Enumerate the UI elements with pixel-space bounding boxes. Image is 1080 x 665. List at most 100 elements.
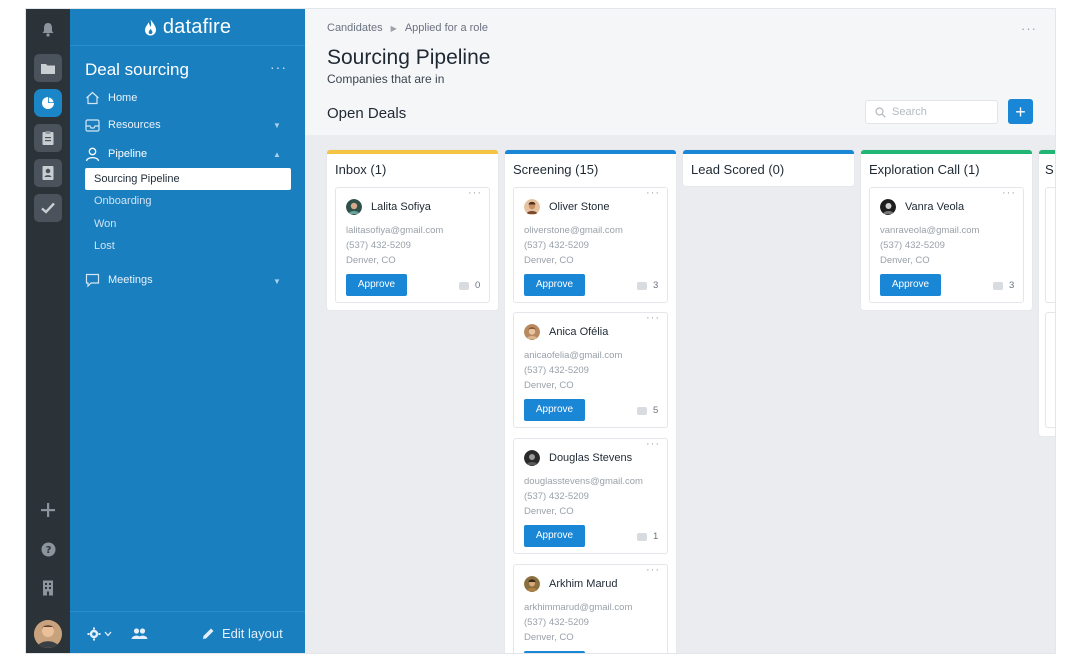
contact-email: arkhimmarud@gmail.com xyxy=(524,602,633,613)
nav-home-label: Home xyxy=(108,92,138,104)
approve-button[interactable]: Approve xyxy=(346,274,407,296)
contact-name: Anica Ofélia xyxy=(549,326,609,338)
approve-button[interactable]: Approve xyxy=(524,525,585,547)
chevron-down-icon[interactable]: ▼ xyxy=(273,277,281,286)
deal-card[interactable]: ··· Douglas Stevens douglasstevens@gmail… xyxy=(513,438,668,554)
contact-name: Oliver Stone xyxy=(549,201,610,213)
user-avatar[interactable] xyxy=(34,620,62,648)
comment-icon xyxy=(459,281,469,290)
speech-bubble-icon xyxy=(85,273,100,287)
contact-name: Arkhim Marud xyxy=(549,578,618,590)
sidebar: datafire Deal sourcing ··· Home Resource… xyxy=(70,9,305,653)
contact-name: Lalita Sofiya xyxy=(371,201,431,213)
pie-chart-icon[interactable] xyxy=(34,89,62,117)
person-icon xyxy=(85,147,100,161)
avatar xyxy=(346,199,362,215)
pipeline-item-sourcing[interactable]: Sourcing Pipeline xyxy=(85,168,291,190)
svg-text:?: ? xyxy=(45,545,51,556)
bell-icon[interactable] xyxy=(34,15,62,43)
contact-phone: (537) 432-5209 xyxy=(880,240,945,251)
home-icon xyxy=(86,91,99,105)
folder-icon[interactable] xyxy=(34,54,62,82)
search-input[interactable]: Search xyxy=(865,100,998,124)
comment-icon xyxy=(993,281,1003,290)
comment-icon xyxy=(637,406,647,415)
approve-button[interactable]: Approve xyxy=(524,399,585,421)
pipeline-item-won[interactable]: Won xyxy=(94,218,116,234)
pipeline-item-onboarding[interactable]: Onboarding xyxy=(94,195,152,211)
comment-count[interactable]: 1 xyxy=(637,531,658,542)
column-title: S xyxy=(1045,162,1054,177)
nav-pipeline[interactable]: Pipeline xyxy=(85,145,147,163)
card-more-button[interactable]: ··· xyxy=(646,312,660,324)
avatar xyxy=(524,199,540,215)
page-more-button[interactable]: ··· xyxy=(1021,21,1037,36)
deal-card[interactable] xyxy=(1045,312,1055,428)
brand[interactable]: datafire xyxy=(70,9,305,46)
nav-resources[interactable]: Resources xyxy=(85,116,161,134)
breadcrumb-applied[interactable]: Applied for a role xyxy=(405,22,488,34)
breadcrumb-candidates[interactable]: Candidates xyxy=(327,22,383,34)
clipboard-icon[interactable] xyxy=(34,124,62,152)
help-icon[interactable]: ? xyxy=(34,535,62,563)
nav-meetings[interactable]: Meetings xyxy=(85,271,153,289)
pipeline-item-lost[interactable]: Lost xyxy=(94,240,115,256)
deal-card[interactable]: ··· Vanra Veola vanraveola@gmail.com (53… xyxy=(869,187,1024,303)
comment-count[interactable]: 3 xyxy=(637,280,658,291)
approve-button[interactable]: Approve xyxy=(880,274,941,296)
deal-card[interactable]: ··· Arkhim Marud arkhimmarud@gmail.com (… xyxy=(513,564,668,653)
nav-resources-label: Resources xyxy=(108,119,161,131)
kanban-board: Inbox (1) ··· Lalita Sofiya lalitasofiya… xyxy=(305,135,1055,653)
settings-gear-icon[interactable] xyxy=(87,627,113,646)
comment-count[interactable]: 3 xyxy=(993,280,1014,291)
card-more-button[interactable]: ··· xyxy=(646,187,660,199)
contact-email: oliverstone@gmail.com xyxy=(524,225,623,236)
checkmark-icon[interactable] xyxy=(34,194,62,222)
column-screening: Screening (15) ··· Oliver Stone oliverst… xyxy=(505,150,676,653)
avatar xyxy=(524,324,540,340)
contact-location: Denver, CO xyxy=(880,255,930,266)
approve-button[interactable]: Approve xyxy=(524,651,585,653)
deal-card[interactable]: ··· Oliver Stone oliverstone@gmail.com (… xyxy=(513,187,668,303)
caret-right-icon: ▶ xyxy=(390,23,397,33)
chevron-up-icon[interactable]: ▲ xyxy=(273,150,281,159)
column-title: Lead Scored (0) xyxy=(691,162,785,177)
flame-logo-icon xyxy=(144,19,156,35)
nav-home[interactable]: Home xyxy=(85,89,137,107)
breadcrumb: Candidates ▶ Applied for a role xyxy=(327,22,488,34)
contact-email: douglasstevens@gmail.com xyxy=(524,476,643,487)
add-deal-button[interactable]: + xyxy=(1008,99,1033,124)
nav-pipeline-label: Pipeline xyxy=(108,148,148,160)
card-more-button[interactable]: ··· xyxy=(646,438,660,450)
comment-icon xyxy=(637,532,647,541)
card-more-button[interactable]: ··· xyxy=(646,564,660,576)
comment-count-value: 3 xyxy=(1009,280,1015,291)
deal-card[interactable] xyxy=(1045,187,1055,303)
workspace-title: Deal sourcing xyxy=(85,60,189,79)
deal-card[interactable]: ··· Anica Ofélia anicaofelia@gmail.com (… xyxy=(513,312,668,428)
team-icon[interactable] xyxy=(131,627,148,645)
inbox-tray-icon xyxy=(85,118,100,132)
column-lead-scored: Lead Scored (0) xyxy=(683,150,854,186)
icon-rail: ? xyxy=(26,9,70,653)
avatar xyxy=(524,450,540,466)
approve-button[interactable]: Approve xyxy=(524,274,585,296)
app-window: ? datafire Deal sourcing ··· Home Resour… xyxy=(26,9,1055,653)
contact-phone: (537) 432-5209 xyxy=(524,617,589,628)
contact-email: anicaofelia@gmail.com xyxy=(524,350,623,361)
column-inbox: Inbox (1) ··· Lalita Sofiya lalitasofiya… xyxy=(327,150,498,310)
building-icon[interactable] xyxy=(34,574,62,602)
comment-icon xyxy=(637,281,647,290)
column-title: Inbox (1) xyxy=(335,162,387,177)
chevron-down-icon[interactable]: ▼ xyxy=(273,121,281,130)
edit-layout-button[interactable]: Edit layout xyxy=(202,626,283,641)
comment-count[interactable]: 5 xyxy=(637,405,658,416)
comment-count-value: 0 xyxy=(475,280,481,291)
card-more-button[interactable]: ··· xyxy=(468,187,482,199)
comment-count[interactable]: 0 xyxy=(459,280,480,291)
contact-card-icon[interactable] xyxy=(34,159,62,187)
card-more-button[interactable]: ··· xyxy=(1002,187,1016,199)
deal-card[interactable]: ··· Lalita Sofiya lalitasofiya@gmail.com… xyxy=(335,187,490,303)
plus-icon[interactable] xyxy=(34,496,62,524)
workspace-more-button[interactable]: ··· xyxy=(270,59,287,75)
